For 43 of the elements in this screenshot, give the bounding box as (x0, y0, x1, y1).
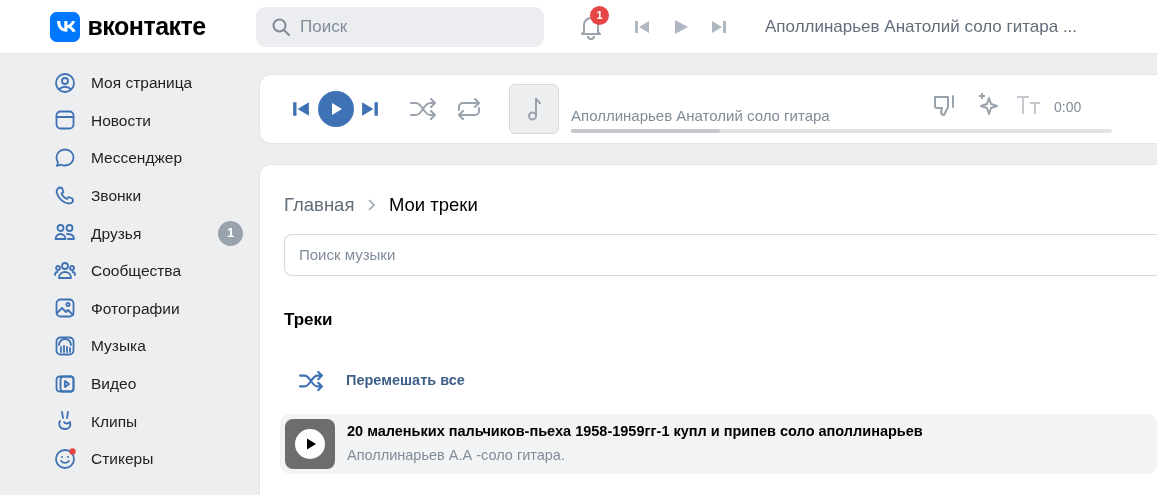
chat-icon (53, 146, 77, 170)
text-size-icon[interactable] (1016, 94, 1042, 116)
music-note-icon (527, 96, 541, 122)
chevron-icon (365, 197, 378, 212)
sidebar-item[interactable]: Стикеры (50, 439, 243, 478)
notification-badge: 1 (590, 5, 609, 25)
now-playing-title[interactable]: Аполлинарьев Анатолий соло гитара ... (765, 13, 1078, 40)
sidebar-item[interactable]: Сообщества (50, 251, 243, 290)
track-time: 0:00 (1054, 97, 1082, 117)
logo-text[interactable]: вконтакте (87, 7, 206, 46)
track-row[interactable]: 20 маленьких пальчиков-пьеха 1958-1959гг-1 купл и припев соло аполлинарьев Аполлинарьев А.А -соло гитара. (280, 413, 1157, 474)
next-icon[interactable] (361, 100, 379, 118)
count-badge: 1 (218, 220, 243, 246)
sidebar-item[interactable]: Видео (50, 364, 243, 403)
play-icon[interactable] (672, 18, 689, 35)
next-icon[interactable] (711, 18, 727, 35)
sidebar-item[interactable]: Моя страница (50, 64, 243, 102)
sidebar-item[interactable]: Звонки (50, 176, 243, 215)
track-play-button[interactable] (285, 418, 335, 469)
stickers-icon (53, 446, 77, 471)
shuffle-all-button[interactable]: Перемешать все (346, 370, 465, 393)
sidebar-item[interactable]: Мессенджер (50, 139, 243, 177)
sidebar-item[interactable]: Фотографии (50, 289, 243, 328)
repeat-icon[interactable] (455, 98, 483, 120)
section-title: Треки (284, 308, 334, 331)
user-icon (53, 70, 77, 95)
shuffle-icon[interactable] (298, 371, 324, 392)
shuffle-icon[interactable] (409, 98, 437, 120)
progress-bar[interactable] (571, 128, 1112, 133)
breadcrumb-link[interactable]: Главная (284, 191, 355, 219)
sidebar-item[interactable]: Музыка (50, 327, 243, 365)
track-title[interactable]: 20 маленьких пальчиков-пьеха 1958-1959гг-1 купл и припев соло аполлинарьев (347, 421, 923, 443)
breadcrumb-current: Мои треки (388, 193, 478, 217)
play-icon (295, 428, 325, 459)
previous-icon[interactable] (634, 18, 650, 35)
sidebar-item[interactable]: Клипы (50, 402, 243, 440)
sidebar-item[interactable]: Друзья 1 (50, 214, 243, 252)
search-field[interactable]: Поиск (256, 6, 544, 47)
logo-icon[interactable] (50, 11, 80, 42)
sidebar-item[interactable]: Новости (50, 101, 243, 140)
music-search-field[interactable]: Поиск музыки (284, 233, 1157, 276)
previous-icon[interactable] (292, 100, 310, 118)
play-button[interactable] (317, 91, 354, 127)
